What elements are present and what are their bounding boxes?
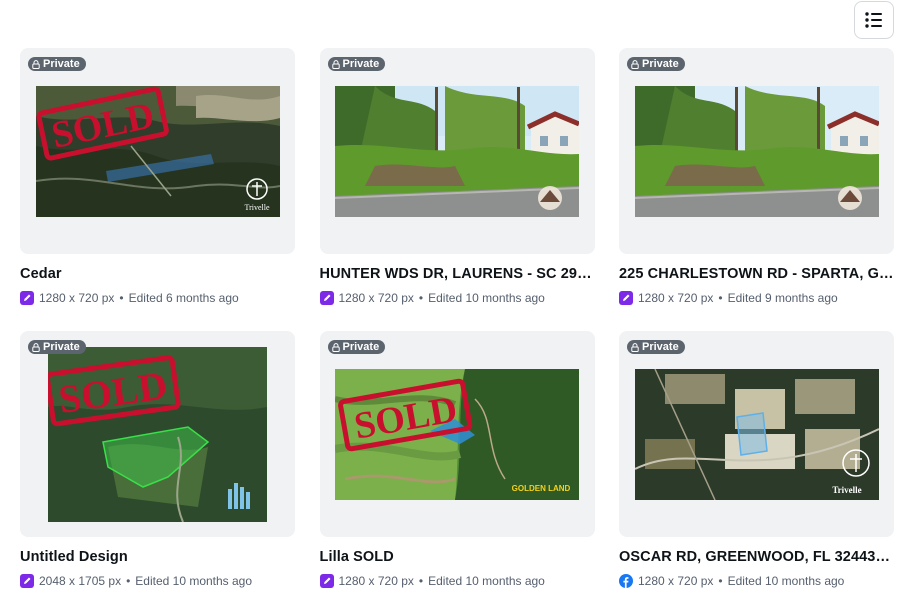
street-lot-photo-image xyxy=(335,85,579,217)
badge-label: Private xyxy=(642,58,679,70)
design-edited-time: Edited 6 months ago xyxy=(128,291,239,305)
facebook-icon xyxy=(619,574,633,588)
design-meta: 1280 x 720 px • Edited 10 months ago xyxy=(319,574,545,588)
design-dimensions: 1280 x 720 px xyxy=(638,291,714,305)
design-card[interactable]: Private SOLD GOLDEN LAND Lilla SOLD 1280… xyxy=(319,331,595,605)
design-edited-time: Edited 10 months ago xyxy=(135,574,253,588)
lock-icon xyxy=(331,342,340,352)
meta-separator: • xyxy=(119,291,124,305)
design-meta: 1280 x 720 px • Edited 9 months ago xyxy=(619,291,838,305)
lock-icon xyxy=(331,59,340,69)
design-card[interactable]: Private Trivelle OSCAR RD, GREENWOOD, FL… xyxy=(619,331,894,605)
design-edited-time: Edited 10 months ago xyxy=(428,291,545,305)
farmland-aerial-map-image: Trivelle xyxy=(634,368,879,500)
meta-separator: • xyxy=(126,574,131,588)
lock-icon xyxy=(32,59,40,69)
meta-separator: • xyxy=(718,574,723,588)
design-card[interactable]: Private SOLD xyxy=(20,331,295,605)
meta-separator: • xyxy=(718,291,723,305)
design-dimensions: 2048 x 1705 px xyxy=(39,574,122,588)
canva-edit-icon xyxy=(319,574,334,588)
design-meta: 1280 x 720 px • Edited 10 months ago xyxy=(319,291,545,305)
private-badge: Private xyxy=(327,57,386,71)
design-card[interactable]: Private xyxy=(619,48,894,331)
private-badge: Private xyxy=(28,57,86,71)
design-thumbnail[interactable]: Private SOLD xyxy=(20,48,295,254)
design-grid: Private SOLD Trivelle Cedar 1280 x 720 p… xyxy=(20,48,894,605)
private-badge: Private xyxy=(627,57,685,71)
trivelle-logo-text: Trivelle xyxy=(832,485,861,495)
design-title[interactable]: Lilla SOLD xyxy=(320,549,595,565)
forest-sold-map-image: SOLD xyxy=(48,346,267,522)
badge-label: Private xyxy=(642,341,679,353)
design-card[interactable]: Private SOLD xyxy=(20,48,295,331)
private-badge: Private xyxy=(327,340,386,354)
lock-icon xyxy=(631,59,639,69)
design-dimensions: 1280 x 720 px xyxy=(338,574,414,588)
badge-label: Private xyxy=(43,341,80,353)
design-title[interactable]: 225 CHARLESTOWN RD - SPARTA, GA ... xyxy=(619,266,894,282)
design-thumbnail[interactable]: Private xyxy=(319,48,595,254)
list-view-icon xyxy=(865,12,882,28)
meta-separator: • xyxy=(418,574,424,588)
design-dimensions: 1280 x 720 px xyxy=(39,291,115,305)
design-thumbnail[interactable]: Private SOLD xyxy=(20,331,295,537)
canva-edit-icon xyxy=(619,291,633,305)
design-title[interactable]: Untitled Design xyxy=(20,549,295,565)
canva-edit-icon xyxy=(319,291,334,305)
trivelle-logo-text: Trivelle xyxy=(244,203,269,212)
street-lot-photo-image xyxy=(634,85,879,217)
design-card[interactable]: Private xyxy=(319,48,595,331)
badge-label: Private xyxy=(43,58,80,70)
private-badge: Private xyxy=(627,340,685,354)
design-edited-time: Edited 10 months ago xyxy=(727,574,845,588)
design-meta: 1280 x 720 px • Edited 6 months ago xyxy=(20,291,239,305)
canva-edit-icon xyxy=(20,291,34,305)
design-thumbnail[interactable]: Private Trivelle xyxy=(619,331,894,537)
design-title[interactable]: HUNTER WDS DR, LAURENS - SC 293... xyxy=(320,266,595,282)
meta-separator: • xyxy=(418,291,424,305)
design-dimensions: 1280 x 720 px xyxy=(638,574,714,588)
design-edited-time: Edited 10 months ago xyxy=(428,574,545,588)
private-badge: Private xyxy=(28,340,86,354)
golden-land-logo-text: GOLDEN LAND xyxy=(512,484,571,493)
design-dimensions: 1280 x 720 px xyxy=(338,291,414,305)
design-title[interactable]: Cedar xyxy=(20,266,295,282)
aerial-sold-map-image: SOLD Trivelle xyxy=(35,85,280,217)
design-meta: 1280 x 720 px • Edited 10 months ago xyxy=(619,574,844,588)
design-title[interactable]: OSCAR RD, GREENWOOD, FL 32443_L... xyxy=(619,549,894,565)
design-edited-time: Edited 9 months ago xyxy=(727,291,838,305)
canva-edit-icon xyxy=(20,574,34,588)
badge-label: Private xyxy=(342,58,380,70)
badge-label: Private xyxy=(342,341,380,353)
list-view-toggle-button[interactable] xyxy=(854,1,894,39)
design-meta: 2048 x 1705 px • Edited 10 months ago xyxy=(20,574,252,588)
design-thumbnail[interactable]: Private xyxy=(619,48,894,254)
lock-icon xyxy=(32,342,40,352)
lock-icon xyxy=(631,342,639,352)
field-sold-map-image: SOLD GOLDEN LAND xyxy=(335,368,579,500)
design-thumbnail[interactable]: Private SOLD GOLDEN LAND xyxy=(319,331,595,537)
